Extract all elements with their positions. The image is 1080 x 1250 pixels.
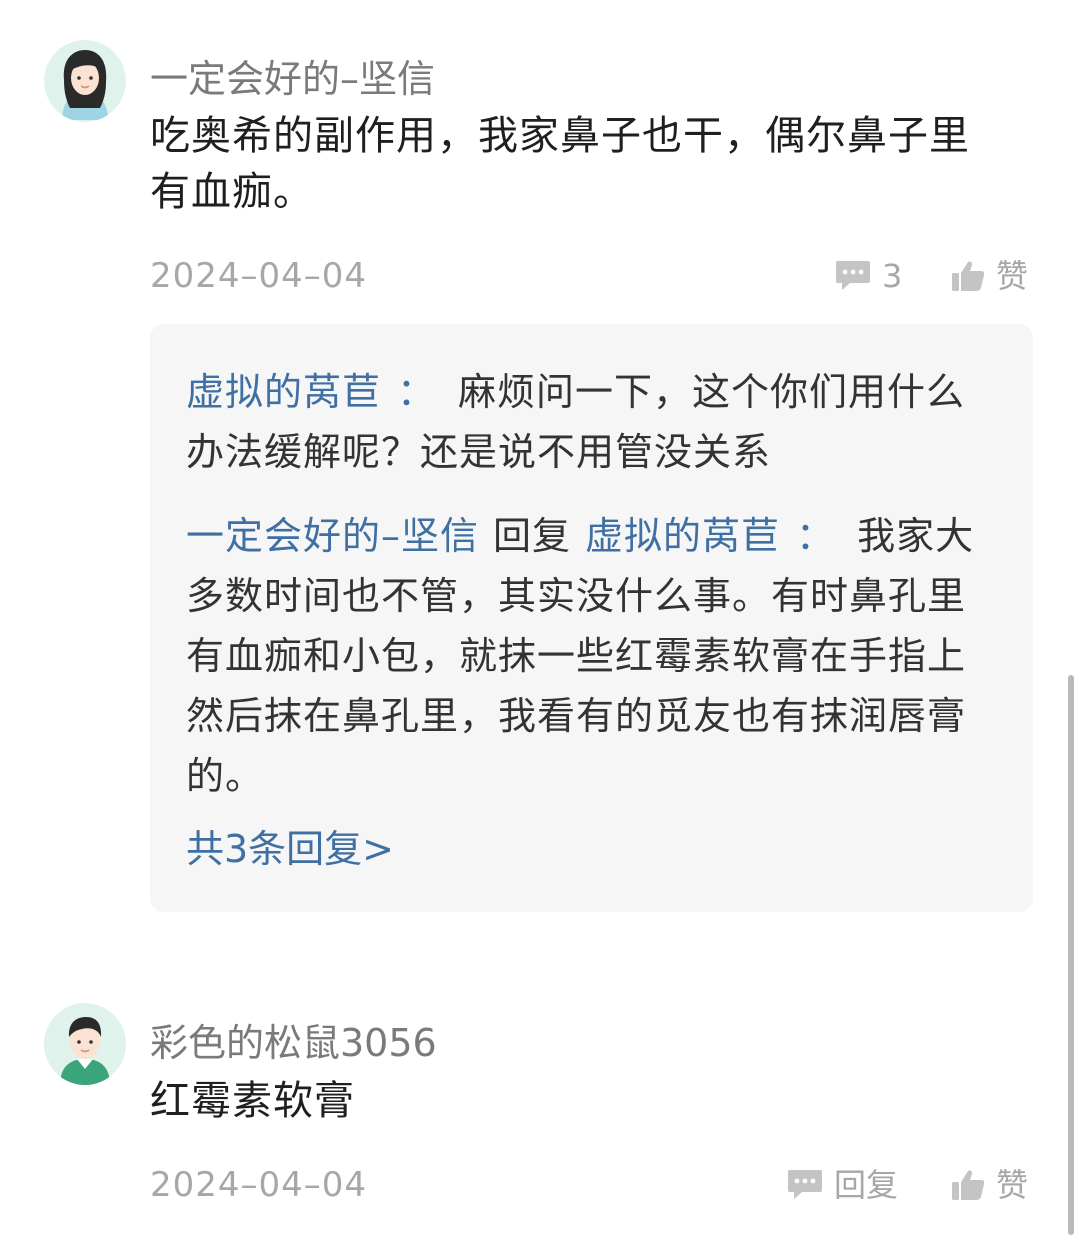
like-label: 赞 xyxy=(996,1166,1029,1204)
scrollbar[interactable] xyxy=(1068,675,1074,1235)
comment-item: 彩色的松鼠3056 红霉素软膏 2024–04–04 回复 赞 xyxy=(0,0,1080,1250)
comment-text: 红霉素软膏 xyxy=(150,1078,355,1124)
male-avatar-icon xyxy=(44,1003,126,1085)
comment-date: 2024–04–04 xyxy=(150,1165,368,1205)
comment-bubble-icon xyxy=(786,1168,824,1202)
comment-username[interactable]: 彩色的松鼠3056 xyxy=(150,1020,437,1066)
thumbs-up-icon xyxy=(950,1168,986,1202)
reply-label: 回复 xyxy=(834,1166,899,1204)
reply-button[interactable]: 回复 xyxy=(786,1165,898,1205)
like-button[interactable]: 赞 xyxy=(950,1165,1028,1205)
avatar[interactable] xyxy=(44,1003,126,1085)
